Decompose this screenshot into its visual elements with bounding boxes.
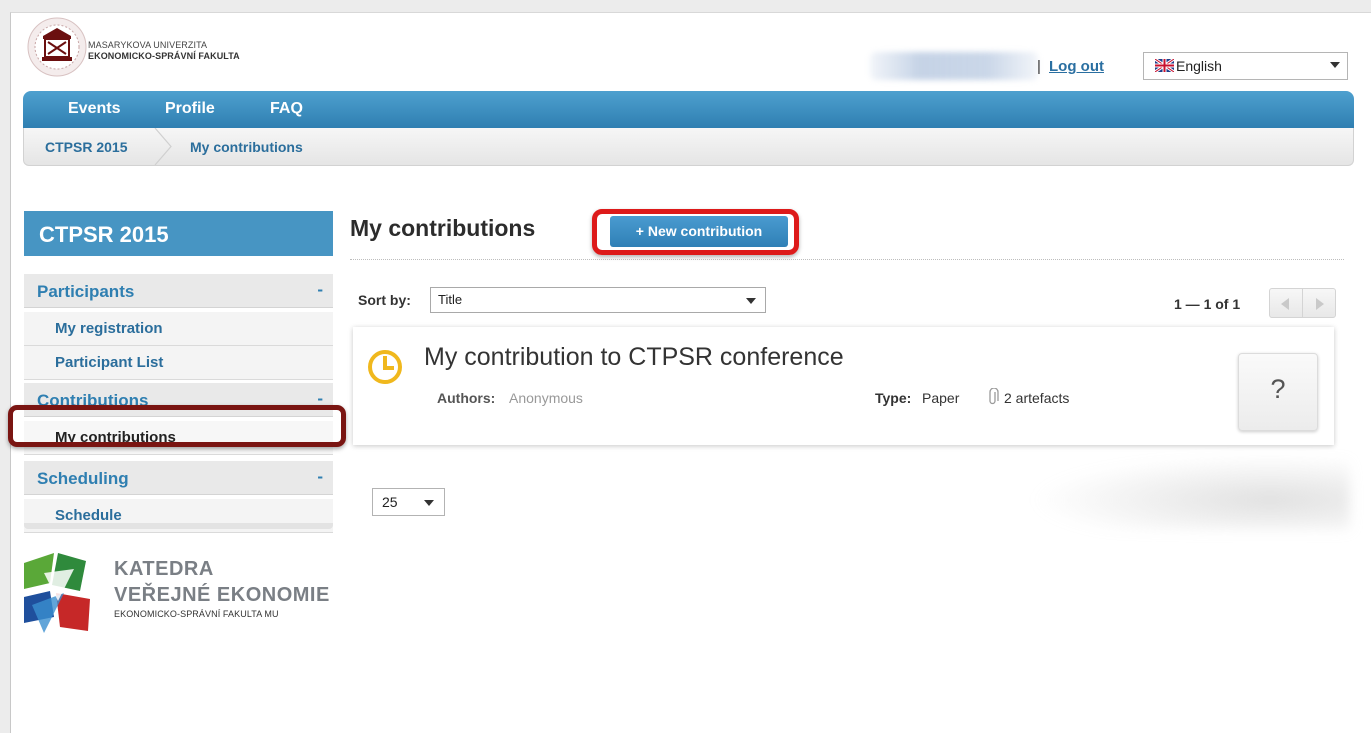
sidebar-item-label: My registration bbox=[55, 320, 163, 337]
clock-icon bbox=[368, 350, 402, 384]
sidebar-item-label: Schedule bbox=[55, 507, 122, 524]
annotation-highlight-sidebar bbox=[8, 405, 346, 447]
username-blurred bbox=[870, 52, 1038, 80]
sidebar-section-label: Participants bbox=[37, 282, 135, 301]
chevron-down-icon bbox=[1330, 62, 1340, 68]
previous-page-button[interactable] bbox=[1269, 288, 1303, 318]
nav-item-faq[interactable]: FAQ bbox=[270, 100, 303, 118]
page-title: My contributions bbox=[350, 215, 536, 241]
university-line1: MASARYKOVA UNIVERZITA bbox=[88, 40, 208, 50]
chevron-right-icon bbox=[1316, 298, 1324, 310]
breadcrumb: CTPSR 2015 My contributions bbox=[23, 128, 1354, 166]
collapse-icon[interactable]: - bbox=[317, 280, 323, 300]
main-nav: Events Profile FAQ bbox=[23, 91, 1354, 128]
department-name-line3: EKONOMICKO-SPRÁVNÍ FAKULTA MU bbox=[114, 609, 279, 619]
department-name-line2: VEŘEJNÉ EKONOMIE bbox=[114, 584, 330, 606]
per-page-select[interactable]: 25 bbox=[372, 488, 445, 516]
nav-item-profile[interactable]: Profile bbox=[165, 100, 215, 118]
contribution-title[interactable]: My contribution to CTPSR conference bbox=[424, 343, 844, 372]
status-help-button[interactable]: ? bbox=[1238, 353, 1318, 431]
uk-flag-icon bbox=[1155, 59, 1174, 72]
contribution-card: My contribution to CTPSR conference Auth… bbox=[353, 327, 1334, 445]
university-name: MASARYKOVA UNIVERZITA EKONOMICKO-SPRÁVNÍ… bbox=[88, 40, 240, 62]
breadcrumb-separator-icon bbox=[154, 128, 172, 165]
sidebar-title-text: CTPSR 2015 bbox=[39, 222, 169, 247]
logout-link[interactable]: Log out bbox=[1049, 58, 1104, 75]
sidebar-footer bbox=[24, 523, 333, 529]
sidebar-item-label: Participant List bbox=[55, 354, 164, 371]
chevron-down-icon bbox=[424, 500, 434, 506]
university-line2: EKONOMICKO-SPRÁVNÍ FAKULTA bbox=[88, 51, 240, 61]
type-value: Paper bbox=[922, 390, 960, 406]
language-select[interactable]: English bbox=[1143, 52, 1348, 80]
authors-value: Anonymous bbox=[509, 390, 583, 406]
title-divider bbox=[350, 259, 1344, 260]
department-logo-icon bbox=[24, 553, 90, 633]
question-mark-icon: ? bbox=[1270, 374, 1286, 404]
nav-item-events[interactable]: Events bbox=[68, 100, 120, 118]
sort-value: Title bbox=[438, 292, 463, 307]
type-label: Type: bbox=[875, 390, 912, 406]
per-page-value: 25 bbox=[382, 494, 398, 510]
department-name-line1: KATEDRA bbox=[114, 558, 214, 580]
sidebar-section-scheduling[interactable]: Scheduling - bbox=[24, 461, 333, 495]
sidebar-section-label: Scheduling bbox=[37, 469, 129, 488]
chevron-down-icon bbox=[746, 298, 756, 304]
sidebar-item-my-registration[interactable]: My registration bbox=[24, 312, 333, 346]
pagination-info: 1 — 1 of 1 bbox=[1174, 296, 1241, 312]
sort-select[interactable]: Title bbox=[430, 287, 766, 313]
collapse-icon[interactable]: - bbox=[317, 467, 323, 487]
artefacts-link[interactable]: 2 artefacts bbox=[1004, 390, 1069, 406]
paperclip-icon bbox=[989, 388, 999, 405]
blurred-area bbox=[1030, 455, 1350, 530]
sort-label: Sort by: bbox=[358, 292, 411, 308]
annotation-highlight-button bbox=[592, 209, 799, 255]
chevron-left-icon bbox=[1281, 298, 1289, 310]
breadcrumb-my-contributions[interactable]: My contributions bbox=[190, 139, 303, 155]
sidebar-section-participants[interactable]: Participants - bbox=[24, 274, 333, 308]
header-separator: | bbox=[1037, 58, 1041, 75]
authors-label: Authors: bbox=[437, 390, 496, 406]
sidebar-title: CTPSR 2015 bbox=[24, 211, 333, 256]
next-page-button[interactable] bbox=[1302, 288, 1336, 318]
university-seal-icon bbox=[27, 17, 87, 77]
breadcrumb-ctpsr[interactable]: CTPSR 2015 bbox=[45, 139, 127, 155]
sidebar-item-participant-list[interactable]: Participant List bbox=[24, 346, 333, 380]
language-value: English bbox=[1176, 58, 1222, 74]
